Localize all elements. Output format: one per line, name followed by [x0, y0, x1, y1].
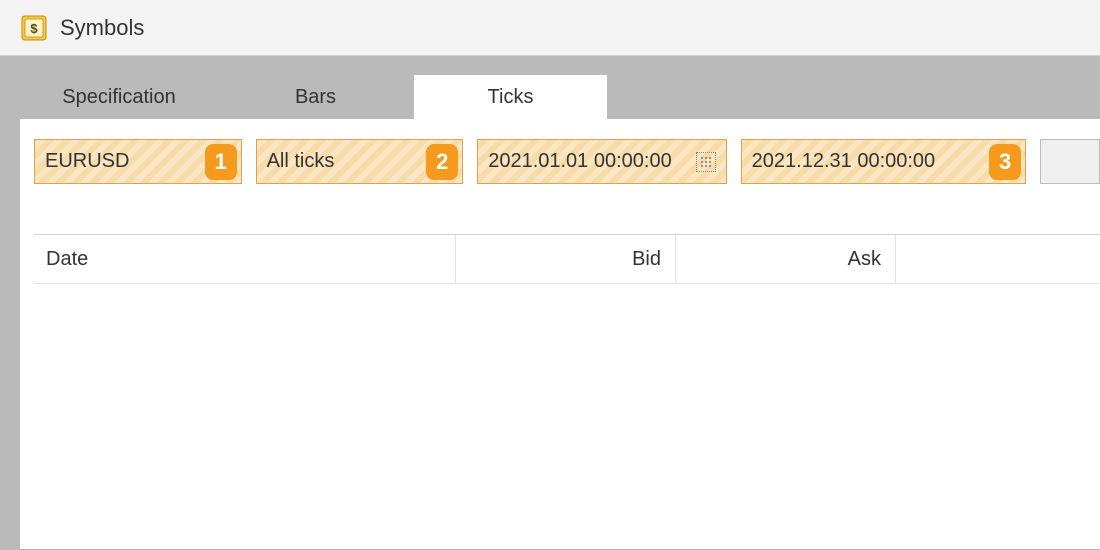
- table-body: [34, 283, 1100, 533]
- tick-type-selector[interactable]: All ticks 2: [256, 139, 464, 184]
- date-from-input[interactable]: 2021.01.01 00:00:00: [477, 139, 726, 184]
- date-from-value: 2021.01.01 00:00:00: [488, 150, 672, 173]
- client-area: Specification Bars Ticks EURUSD 1 All ti…: [0, 56, 1100, 550]
- column-header-bid[interactable]: Bid: [456, 235, 676, 283]
- ticks-panel: EURUSD 1 All ticks 2 2021.01.01 00:00:00: [20, 119, 1100, 549]
- column-label: Bid: [632, 248, 661, 271]
- tab-specification[interactable]: Specification: [20, 74, 218, 119]
- tick-type-value: All ticks: [267, 150, 335, 173]
- tab-ticks[interactable]: Ticks: [413, 74, 608, 119]
- svg-text:$: $: [30, 21, 38, 36]
- tab-label: Specification: [62, 86, 175, 109]
- column-header-date[interactable]: Date: [34, 235, 456, 283]
- column-label: Ask: [848, 248, 881, 271]
- title-bar: $ Symbols: [0, 0, 1100, 56]
- table-header: Date Bid Ask: [34, 235, 1100, 283]
- symbol-value: EURUSD: [45, 150, 129, 173]
- filter-row: EURUSD 1 All ticks 2 2021.01.01 00:00:00: [34, 139, 1100, 184]
- action-button[interactable]: [1040, 139, 1100, 184]
- ticks-table: Date Bid Ask: [34, 234, 1100, 533]
- annotation-badge-3: 3: [989, 144, 1021, 180]
- column-label: Date: [46, 248, 88, 271]
- tab-bar: Specification Bars Ticks: [20, 74, 1100, 119]
- window-title: Symbols: [60, 15, 144, 41]
- tab-label: Ticks: [488, 86, 534, 109]
- symbols-app-icon: $: [20, 14, 48, 42]
- annotation-badge-2: 2: [426, 144, 458, 180]
- calendar-icon[interactable]: [696, 152, 716, 172]
- date-to-value: 2021.12.31 00:00:00: [752, 150, 936, 173]
- column-header-ask[interactable]: Ask: [676, 235, 896, 283]
- date-to-input[interactable]: 2021.12.31 00:00:00 3: [741, 139, 1026, 184]
- tab-label: Bars: [295, 86, 336, 109]
- symbol-selector[interactable]: EURUSD 1: [34, 139, 242, 184]
- annotation-badge-1: 1: [205, 144, 237, 180]
- tab-bars[interactable]: Bars: [218, 74, 413, 119]
